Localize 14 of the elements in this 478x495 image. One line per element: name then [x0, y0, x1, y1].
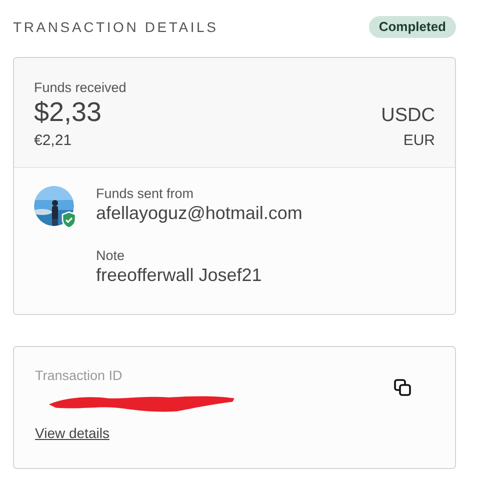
sender-email: afellayoguz@hotmail.com — [96, 203, 302, 224]
funds-label: Funds received — [34, 80, 128, 95]
amount: $2,33 — [34, 97, 102, 128]
view-details-link[interactable]: View details — [35, 425, 110, 441]
note-label: Note — [96, 248, 126, 263]
copy-icon[interactable] — [393, 378, 413, 398]
status-badge: Completed — [368, 16, 456, 38]
section-title: TRANSACTION DETAILS — [13, 18, 218, 34]
converted-amount: €2,21 — [34, 132, 72, 149]
currency-code: EUR — [403, 132, 435, 149]
note-text: freeofferwall Josef21 — [96, 265, 263, 286]
sender-label: Funds sent from — [96, 186, 195, 201]
currency-code: USDC — [381, 105, 435, 127]
transaction-id-label: Transaction ID — [35, 368, 124, 383]
